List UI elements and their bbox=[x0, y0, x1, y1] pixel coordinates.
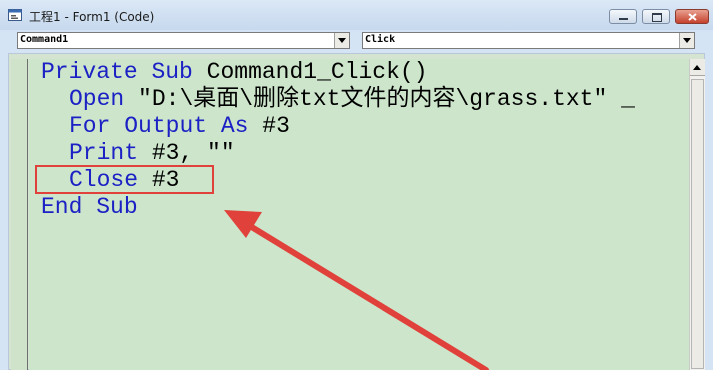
annotation-arrow-icon bbox=[224, 210, 489, 370]
